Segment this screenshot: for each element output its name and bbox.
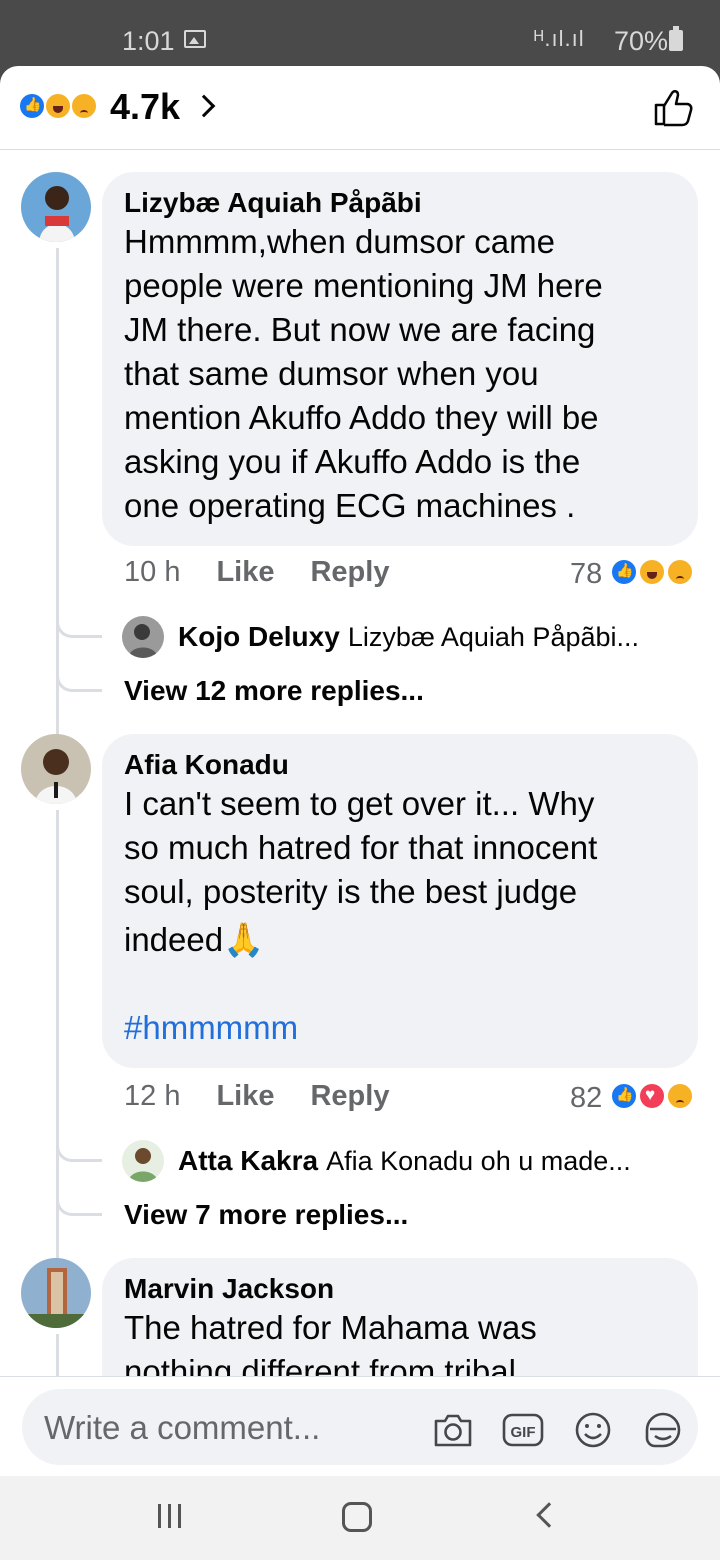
comment-actions: 12 h Like Reply: [124, 1080, 389, 1113]
sad-reaction-icon: [666, 558, 694, 586]
chevron-right-icon[interactable]: [192, 94, 216, 118]
reply-author[interactable]: Atta Kakra: [178, 1145, 318, 1177]
gallery-notification-icon: [184, 30, 206, 48]
comment-reaction-count[interactable]: 82: [570, 1082, 602, 1115]
comment-line: JM there. But now we are facing: [124, 311, 596, 348]
gif-icon[interactable]: GIF: [502, 1411, 544, 1449]
like-button[interactable]: Like: [216, 1080, 274, 1113]
thread-branch: [56, 1194, 102, 1216]
comment-placeholder: Write a comment...: [44, 1409, 321, 1446]
hashtag-link[interactable]: #hmmmmm: [124, 1006, 676, 1050]
comment-bubble[interactable]: Lizybæ Aquiah Påpãbi Hmmmm,when dumsor c…: [102, 172, 698, 546]
comment-input[interactable]: Write a comment... GIF: [22, 1389, 698, 1465]
avatar[interactable]: [21, 172, 91, 242]
reply-preview[interactable]: Kojo Deluxy Lizybæ Aquiah Påpãbi...: [122, 616, 639, 658]
reaction-count[interactable]: 4.7k: [110, 86, 180, 128]
haha-reaction-icon: [638, 558, 666, 586]
comment-bubble[interactable]: Afia Konadu I can't seem to get over it.…: [102, 734, 698, 1068]
reply-author[interactable]: Kojo Deluxy: [178, 621, 340, 653]
comment-line: indeed🙏: [124, 921, 265, 958]
like-reaction-icon: [610, 558, 638, 586]
reply-button[interactable]: Reply: [310, 1080, 389, 1113]
comment-line: soul, posterity is the best judge: [124, 873, 578, 910]
comment-reaction-icons[interactable]: [610, 1082, 702, 1112]
reaction-icons: [18, 92, 108, 122]
comment-author[interactable]: Marvin Jackson: [124, 1272, 676, 1306]
recent-apps-icon[interactable]: [158, 1504, 184, 1530]
comment-line: one operating ECG machines .: [124, 487, 576, 524]
system-nav-bar: [0, 1476, 720, 1560]
like-reaction-icon: [18, 92, 46, 120]
like-reaction-icon: [610, 1082, 638, 1110]
battery-icon: [669, 26, 683, 51]
comment-author[interactable]: Lizybæ Aquiah Påpãbi: [124, 186, 676, 220]
reply-avatar[interactable]: [122, 616, 164, 658]
status-bar: 1:01 ᴴ.ıl.ıl 70%: [0, 0, 720, 72]
svg-text:GIF: GIF: [511, 1424, 536, 1441]
comment-author[interactable]: Afia Konadu: [124, 748, 676, 782]
comment-reaction-icons[interactable]: [610, 558, 702, 588]
sticker-icon[interactable]: [642, 1411, 684, 1449]
sad-reaction-icon: [70, 92, 98, 120]
reply-button[interactable]: Reply: [310, 556, 389, 589]
avatar[interactable]: [21, 1258, 91, 1328]
thread-branch: [56, 670, 102, 692]
comment-time: 12 h: [124, 1080, 181, 1112]
avatar[interactable]: [21, 734, 91, 804]
comment-line: people were mentioning JM here: [124, 267, 603, 304]
comment-line: I can't seem to get over it... Why: [124, 785, 595, 822]
like-thumb-icon[interactable]: [652, 88, 694, 128]
thread-branch: [56, 616, 102, 638]
camera-icon[interactable]: [432, 1411, 474, 1449]
thread-line: [56, 248, 59, 734]
reactions-summary-bar[interactable]: 4.7k: [0, 66, 720, 150]
comment-actions: 10 h Like Reply: [124, 556, 389, 589]
home-icon[interactable]: [342, 1502, 372, 1532]
comment-line: that same dumsor when you: [124, 355, 539, 392]
signal-icon: ᴴ.ıl.ıl: [534, 26, 585, 51]
comment-line: mention Akuffo Addo they will be: [124, 399, 599, 436]
comment-reaction-count[interactable]: 78: [570, 558, 602, 591]
reply-text: Afia Konadu oh u made...: [326, 1145, 631, 1176]
sad-reaction-icon: [666, 1082, 694, 1110]
comment-composer: Write a comment... GIF: [0, 1376, 720, 1476]
emoji-icon[interactable]: [572, 1411, 614, 1449]
reply-avatar[interactable]: [122, 1140, 164, 1182]
battery-percent: 70%: [614, 26, 669, 56]
back-icon[interactable]: [536, 1502, 562, 1528]
comment-line: so much hatred for that innocent: [124, 829, 598, 866]
haha-reaction-icon: [44, 92, 72, 120]
reply-text: Lizybæ Aquiah Påpãbi...: [347, 621, 640, 652]
view-more-replies[interactable]: View 7 more replies...: [124, 1199, 408, 1231]
comments-sheet: 4.7k Lizybæ Aquiah Påpãbi Hmmmm,when dum…: [0, 66, 720, 1476]
comment-time: 10 h: [124, 556, 181, 588]
comment-line: asking you if Akuffo Addo is the: [124, 443, 581, 480]
reply-preview[interactable]: Atta Kakra Afia Konadu oh u made...: [122, 1140, 631, 1182]
like-button[interactable]: Like: [216, 556, 274, 589]
thread-line: [56, 810, 59, 1258]
thread-branch: [56, 1140, 102, 1162]
comment-line: Hmmmm,when dumsor came: [124, 223, 555, 260]
comment-line: The hatred for Mahama was: [124, 1309, 537, 1346]
status-time: 1:01: [122, 26, 175, 56]
view-more-replies[interactable]: View 12 more replies...: [124, 675, 424, 707]
love-reaction-icon: [638, 1082, 666, 1110]
